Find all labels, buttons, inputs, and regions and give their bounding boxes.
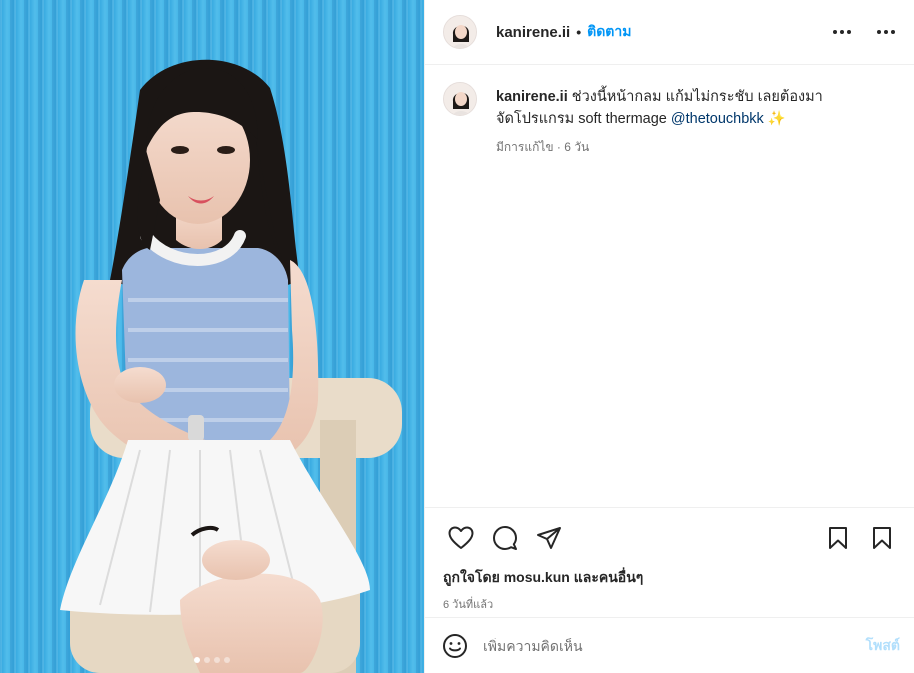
window-options-button[interactable] [874,20,898,44]
caption-body: kanirene.ii ช่วงนี้หน้ากลม แก้มไม่กระชับ… [496,86,836,157]
follow-button[interactable]: ติดตาม [587,21,631,43]
save-collection-button[interactable] [862,518,902,558]
post-comment-button[interactable]: โพสต์ [866,635,900,657]
caption-mention-link[interactable]: @thetouchbkk [671,111,764,127]
add-comment-bar: โพสต์ [425,617,914,673]
liked-by-prefix: ถูกใจโดย [443,569,504,585]
emoji-picker-button[interactable] [441,632,469,660]
more-horizontal-icon [877,30,895,34]
like-button[interactable] [441,518,481,558]
photo-illustration [0,0,424,673]
caption-username[interactable]: kanirene.ii [496,89,568,105]
more-horizontal-icon [833,30,851,34]
liked-by: ถูกใจโดย mosu.kun และคนอื่นๆ [443,567,898,589]
liked-by-and: และ [569,569,599,585]
avatar-image [444,83,476,115]
likes-others-link[interactable]: คนอื่นๆ [599,569,643,585]
avatar-image [444,16,476,48]
carousel-dot [204,657,210,663]
post-side-panel: kanirene.ii • ติดตาม kanirene.ii ช่วงนี้… [424,0,914,673]
liker-username[interactable]: mosu.kun [504,569,570,585]
caption-text: kanirene.ii ช่วงนี้หน้ากลม แก้มไม่กระชับ… [496,86,836,130]
likes-section: ถูกใจโดย mosu.kun และคนอื่นๆ 6 วันที่แล้… [425,567,914,617]
post-photo[interactable] [0,0,424,673]
carousel-dot [214,657,220,663]
carousel-dot-active [194,657,200,663]
carousel-dot [224,657,230,663]
post-header: kanirene.ii • ติดตาม [425,0,914,65]
header-options-button[interactable] [830,20,854,44]
bookmark-icon [873,526,891,549]
post-timestamp[interactable]: 6 วันที่แล้ว [443,595,898,613]
comment-bubble-icon [493,525,517,550]
action-bar [425,507,914,567]
header-username[interactable]: kanirene.ii [496,24,570,41]
save-button[interactable] [818,518,858,558]
comment-input[interactable] [483,637,856,654]
heart-icon [448,526,474,549]
caption-avatar[interactable] [443,82,477,116]
header-separator: • [576,24,582,40]
post-dialog: kanirene.ii • ติดตาม kanirene.ii ช่วงนี้… [0,0,914,673]
share-button[interactable] [529,518,569,558]
caption-meta: มีการแก้ไข · 6 วัน [496,140,590,154]
paper-plane-icon [537,526,561,549]
sparkles-emoji: ✨ [763,111,786,127]
bookmark-icon [829,526,847,549]
comments-area: kanirene.ii ช่วงนี้หน้ากลม แก้มไม่กระชับ… [425,65,914,507]
caption: kanirene.ii ช่วงนี้หน้ากลม แก้มไม่กระชับ… [443,82,898,157]
smiley-icon [443,633,467,658]
avatar[interactable] [443,15,477,49]
comment-button[interactable] [485,518,525,558]
carousel-indicator [0,657,424,663]
